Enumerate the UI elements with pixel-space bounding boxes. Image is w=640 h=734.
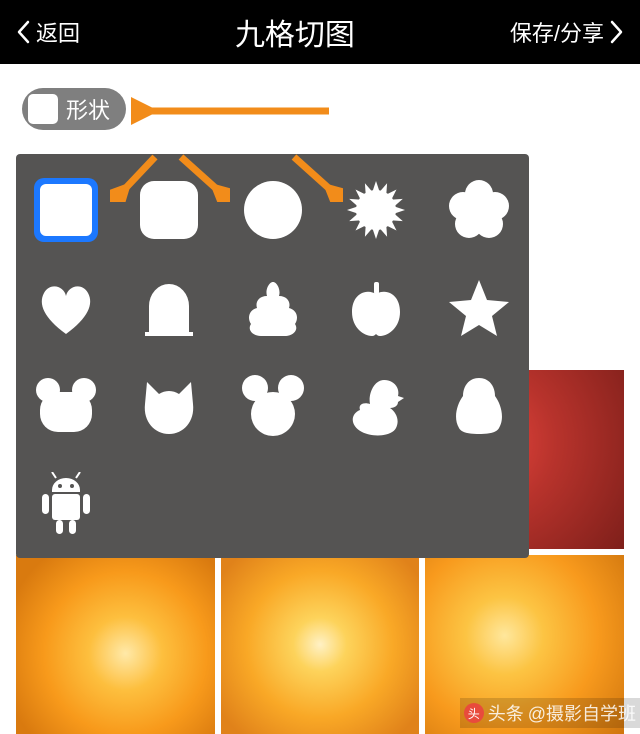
- watermark: 头 头条 @摄影自学班: [460, 698, 640, 728]
- shape-option-apple[interactable]: [344, 276, 408, 340]
- shape-option-flower[interactable]: [447, 178, 511, 242]
- annotation-arrow: [288, 152, 343, 202]
- grid-cell[interactable]: [16, 555, 215, 734]
- shape-option-penguin[interactable]: [447, 374, 511, 438]
- annotation-arrow: [175, 152, 230, 202]
- shape-option-cat[interactable]: [137, 374, 201, 438]
- watermark-icon: 头: [464, 703, 484, 723]
- annotation-arrow: [131, 97, 331, 125]
- back-button[interactable]: 返回: [16, 16, 80, 48]
- back-label: 返回: [36, 16, 80, 48]
- shape-option-android[interactable]: [34, 472, 98, 536]
- shape-option-duck[interactable]: [344, 374, 408, 438]
- chevron-left-icon: [16, 20, 30, 44]
- shape-option-square[interactable]: [34, 178, 98, 242]
- app-header: 返回 九格切图 保存/分享: [0, 0, 640, 64]
- shape-option-poo[interactable]: [241, 276, 305, 340]
- annotation-arrow: [110, 152, 160, 202]
- shape-option-bear[interactable]: [34, 374, 98, 438]
- chevron-right-icon: [610, 20, 624, 44]
- page-title: 九格切图: [235, 10, 355, 54]
- shape-option-burst[interactable]: [344, 178, 408, 242]
- shape-picker-panel: [16, 154, 529, 558]
- watermark-prefix: 头条: [488, 700, 524, 726]
- save-share-label: 保存/分享: [510, 16, 604, 48]
- shape-option-heart[interactable]: [34, 276, 98, 340]
- watermark-handle: @摄影自学班: [528, 700, 636, 726]
- shape-pill-label: 形状: [66, 93, 110, 125]
- grid-cell[interactable]: [221, 555, 420, 734]
- shape-option-star[interactable]: [447, 276, 511, 340]
- shape-pill-button[interactable]: 形状: [22, 88, 126, 130]
- shape-option-dome[interactable]: [137, 276, 201, 340]
- save-share-button[interactable]: 保存/分享: [510, 16, 624, 48]
- square-icon: [28, 94, 58, 124]
- shape-option-mouse[interactable]: [241, 374, 305, 438]
